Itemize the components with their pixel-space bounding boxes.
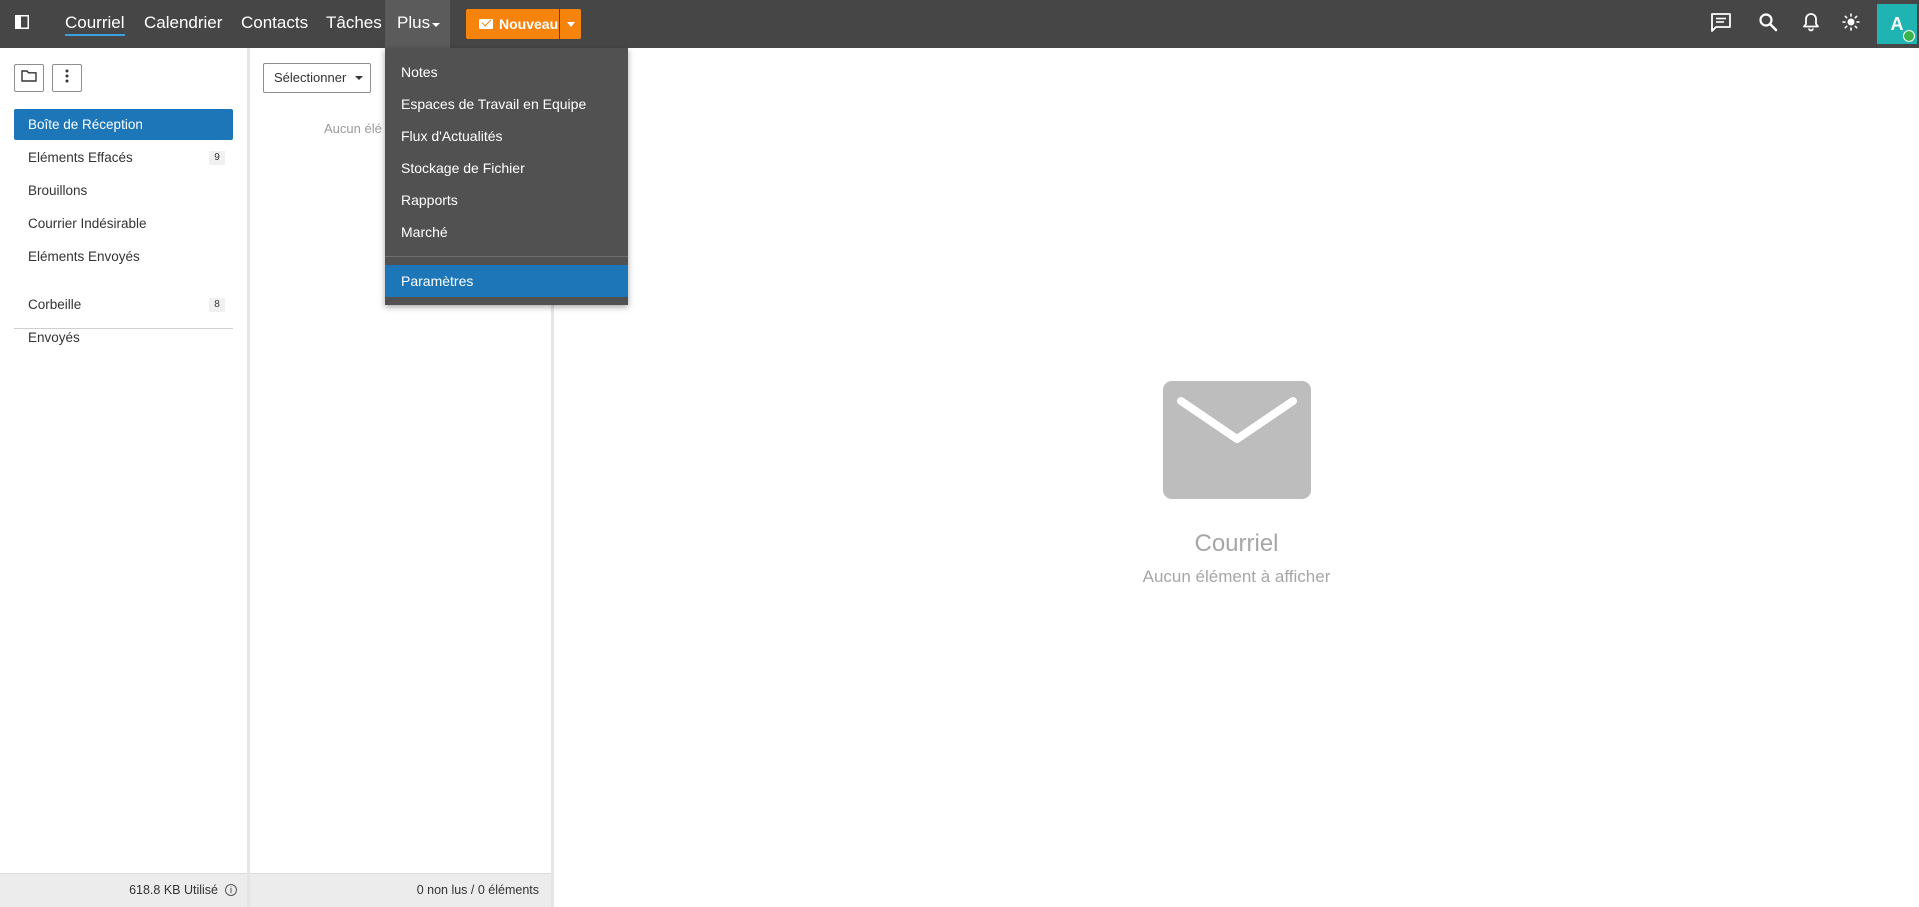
notifications-button[interactable] bbox=[1798, 12, 1824, 36]
folder-label: Corbeille bbox=[28, 297, 82, 312]
menu-item-label: Stockage de Fichier bbox=[401, 160, 525, 176]
sidebar-toggle-icon bbox=[15, 14, 29, 34]
new-message-button[interactable]: Nouveau bbox=[466, 9, 559, 39]
folder-trash[interactable]: Corbeille 8 bbox=[14, 289, 233, 320]
plus-dropdown-menu: Notes Espaces de Travail en Equipe Flux … bbox=[385, 48, 628, 305]
list-footer: 0 non lus / 0 éléments bbox=[250, 873, 551, 907]
folder-sent[interactable]: Envoyés bbox=[14, 322, 233, 353]
nav-plus-menu[interactable]: Plus bbox=[385, 0, 450, 48]
folder-label: Eléments Effacés bbox=[28, 150, 133, 165]
nav-taches-label: Tâches bbox=[326, 13, 382, 32]
empty-state-subtitle: Aucun élément à afficher bbox=[1142, 567, 1331, 586]
envelope-icon bbox=[1163, 381, 1311, 504]
menu-item-label: Notes bbox=[401, 64, 438, 80]
folder-junk[interactable]: Courrier Indésirable bbox=[14, 208, 233, 239]
online-status-badge bbox=[1903, 30, 1915, 42]
reading-pane: Courriel Aucun élément à afficher bbox=[554, 48, 1919, 907]
envelope-icon bbox=[479, 19, 493, 29]
folder-label: Envoyés bbox=[28, 330, 80, 345]
bell-icon bbox=[1802, 12, 1820, 37]
nav-courriel-label: Courriel bbox=[65, 13, 125, 36]
menu-item-marketplace[interactable]: Marché bbox=[385, 216, 628, 248]
search-button[interactable] bbox=[1755, 12, 1781, 36]
select-dropdown-button[interactable]: Sélectionner bbox=[263, 63, 371, 93]
storage-footer: 618.8 KB Utilisé i bbox=[0, 873, 247, 907]
chevron-down-icon bbox=[567, 22, 575, 27]
folder-sidebar: Boîte de Réception Eléments Effacés 9 Br… bbox=[0, 48, 250, 907]
nav-plus-label: Plus bbox=[397, 13, 431, 32]
list-count-label: 0 non lus / 0 éléments bbox=[416, 883, 539, 897]
sidebar-toggle-button[interactable] bbox=[0, 0, 44, 48]
search-icon bbox=[1758, 12, 1778, 37]
menu-item-file-storage[interactable]: Stockage de Fichier bbox=[385, 152, 628, 184]
unread-count-badge: 9 bbox=[209, 151, 225, 165]
menu-item-label: Espaces de Travail en Equipe bbox=[401, 96, 587, 112]
avatar-initial: A bbox=[1890, 13, 1904, 34]
user-avatar[interactable]: A bbox=[1877, 4, 1917, 44]
top-bar: Courriel Calendrier Contacts Tâches Plus… bbox=[0, 0, 1919, 48]
select-label: Sélectionner bbox=[274, 70, 347, 85]
nav-calendrier-label: Calendrier bbox=[144, 13, 223, 32]
new-button-label: Nouveau bbox=[499, 16, 559, 32]
folder-label: Brouillons bbox=[28, 183, 88, 198]
folder-options-button[interactable] bbox=[52, 64, 82, 92]
menu-item-reports[interactable]: Rapports bbox=[385, 184, 628, 216]
menu-item-label: Marché bbox=[401, 224, 448, 240]
sun-icon bbox=[1842, 12, 1860, 36]
new-dropdown-button[interactable] bbox=[560, 9, 581, 39]
nav-calendrier[interactable]: Calendrier bbox=[144, 0, 222, 48]
menu-item-news-feed[interactable]: Flux d'Actualités bbox=[385, 120, 628, 152]
folder-icon bbox=[21, 69, 37, 87]
menu-item-settings[interactable]: Paramètres bbox=[385, 265, 628, 297]
theme-toggle-button[interactable] bbox=[1838, 12, 1864, 36]
nav-taches[interactable]: Tâches bbox=[326, 0, 382, 48]
menu-item-team-workspaces[interactable]: Espaces de Travail en Equipe bbox=[385, 88, 628, 120]
new-folder-button[interactable] bbox=[14, 64, 44, 92]
empty-state-title: Courriel bbox=[1194, 530, 1279, 557]
chat-icon bbox=[1710, 12, 1732, 37]
info-icon[interactable]: i bbox=[225, 884, 237, 896]
more-vertical-icon bbox=[65, 69, 69, 88]
folder-sent-items[interactable]: Eléments Envoyés bbox=[14, 241, 233, 272]
chevron-down-icon bbox=[355, 76, 363, 80]
folder-inbox[interactable]: Boîte de Réception bbox=[14, 109, 233, 140]
nav-contacts[interactable]: Contacts bbox=[241, 0, 308, 48]
folder-label: Boîte de Réception bbox=[28, 117, 143, 132]
unread-count-badge: 8 bbox=[209, 298, 225, 312]
menu-item-label: Flux d'Actualités bbox=[401, 128, 503, 144]
folder-drafts[interactable]: Brouillons bbox=[14, 175, 233, 206]
folder-deleted-items[interactable]: Eléments Effacés 9 bbox=[14, 142, 233, 173]
menu-item-notes[interactable]: Notes bbox=[385, 56, 628, 88]
menu-item-label: Rapports bbox=[401, 192, 458, 208]
list-empty-text: Aucun élé bbox=[324, 121, 382, 136]
storage-used-label: 618.8 KB Utilisé bbox=[129, 883, 218, 897]
nav-contacts-label: Contacts bbox=[241, 13, 309, 32]
chevron-down-icon bbox=[432, 23, 440, 27]
folder-label: Eléments Envoyés bbox=[28, 249, 140, 264]
folder-label: Courrier Indésirable bbox=[28, 216, 147, 231]
nav-courriel[interactable]: Courriel bbox=[65, 0, 125, 48]
menu-item-label: Paramètres bbox=[401, 273, 474, 289]
chat-button[interactable] bbox=[1708, 12, 1734, 36]
menu-divider bbox=[385, 256, 628, 257]
